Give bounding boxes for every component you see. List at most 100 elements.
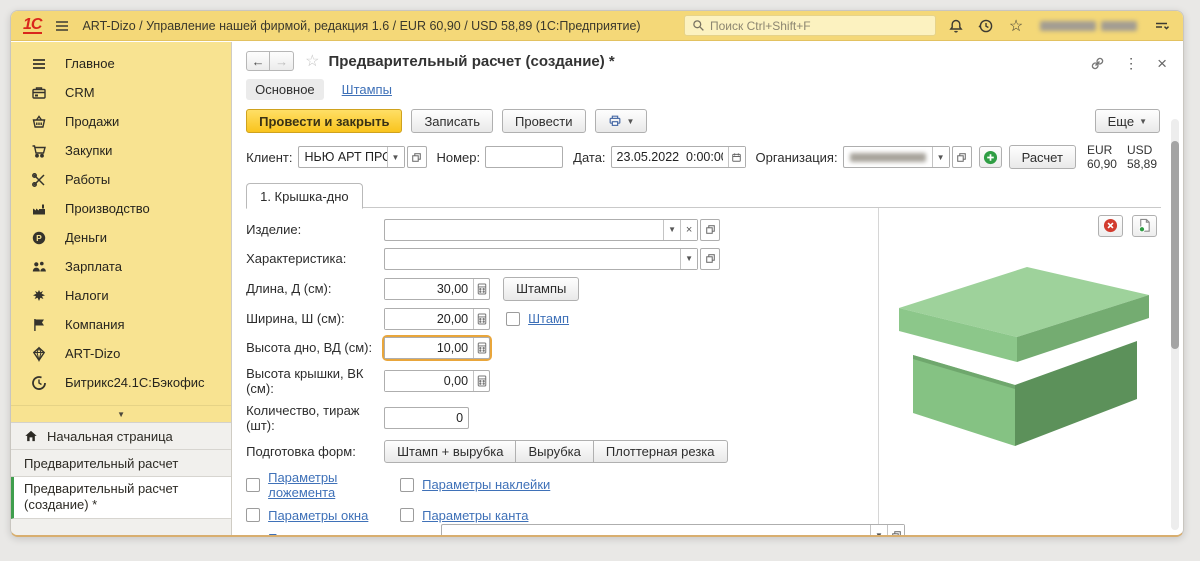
scrollbar-thumb[interactable] xyxy=(1171,141,1179,349)
post-and-close-button[interactable]: Провести и закрыть xyxy=(246,109,402,133)
param-edging-link[interactable]: Параметры канта xyxy=(422,508,528,523)
height-lid-input[interactable] xyxy=(385,371,473,391)
back-arrow-button[interactable]: ← xyxy=(246,51,270,71)
sidebar-item-taxes[interactable]: Налоги xyxy=(11,281,231,310)
length-input[interactable] xyxy=(385,279,473,299)
calculator-icon[interactable] xyxy=(473,371,489,391)
height-bottom-input[interactable] xyxy=(385,338,473,358)
tab-lid-bottom[interactable]: 1. Крышка-дно xyxy=(246,183,363,209)
taskbar-item-home[interactable]: Начальная страница xyxy=(11,423,231,450)
sidebar-item-artdizo[interactable]: ART-Dizo xyxy=(11,339,231,368)
param-sticker-link[interactable]: Параметры наклейки xyxy=(422,477,550,492)
number-input[interactable] xyxy=(485,146,563,168)
characteristic-open-button[interactable] xyxy=(700,248,720,270)
client-value: НЬЮ АРТ ПРО xyxy=(299,147,387,167)
user-menu-icon[interactable] xyxy=(1151,16,1171,36)
post-button[interactable]: Провести xyxy=(502,109,586,133)
favorite-star-icon[interactable]: ☆ xyxy=(305,51,319,71)
product-input[interactable] xyxy=(385,220,663,240)
print-button[interactable]: ▼ xyxy=(595,109,648,133)
close-icon[interactable]: × xyxy=(1157,58,1167,70)
param-sticker-checkbox[interactable] xyxy=(400,478,414,492)
tab-main[interactable]: Основное xyxy=(246,79,324,100)
length-field[interactable] xyxy=(384,278,490,300)
product-open-button[interactable] xyxy=(700,219,720,241)
dropdown-arrow-icon[interactable]: ▼ xyxy=(680,249,697,269)
param-printing-link[interactable]: Параметры нанесения xyxy=(268,531,337,537)
user-name-blurred[interactable] xyxy=(1040,21,1137,31)
width-input[interactable] xyxy=(385,309,473,329)
more-button[interactable]: Еще ▼ xyxy=(1095,109,1160,133)
load-image-button[interactable] xyxy=(1132,215,1157,237)
notifications-bell-icon[interactable] xyxy=(946,16,966,36)
sidebar-item-salary[interactable]: Зарплата xyxy=(11,252,231,281)
product-combo[interactable]: ▼ × xyxy=(384,219,698,241)
home-icon xyxy=(24,429,38,443)
bottom-clipped-combo[interactable]: ▼ xyxy=(441,524,905,537)
sidebar-item-production[interactable]: Производство xyxy=(11,194,231,223)
forms-prep-cut-button[interactable]: Вырубка xyxy=(516,440,593,463)
quantity-input[interactable] xyxy=(384,407,469,429)
get-link-icon[interactable] xyxy=(1090,56,1105,71)
forward-arrow-button[interactable]: → xyxy=(270,51,294,71)
dropdown-arrow-icon[interactable]: ▼ xyxy=(387,147,404,167)
stamp-checkbox[interactable] xyxy=(506,312,520,326)
calculator-icon[interactable] xyxy=(473,338,489,358)
taskbar-item-precalc[interactable]: Предварительный расчет xyxy=(11,450,231,477)
sidebar-item-bitrix[interactable]: Битрикс24.1С:Бэкофис xyxy=(11,368,231,397)
calendar-icon[interactable] xyxy=(728,147,745,167)
param-lodgement-link[interactable]: Параметры ложемента xyxy=(268,470,337,500)
save-button[interactable]: Записать xyxy=(411,109,493,133)
forms-prep-stamp-cut-button[interactable]: Штамп + вырубка xyxy=(384,440,516,463)
calculator-icon[interactable] xyxy=(473,309,489,329)
height-lid-field[interactable] xyxy=(384,370,490,392)
sidebar-item-works[interactable]: Работы xyxy=(11,165,231,194)
stamp-link[interactable]: Штамп xyxy=(528,311,569,326)
stamps-button[interactable]: Штампы xyxy=(503,277,579,301)
param-lodgement-checkbox[interactable] xyxy=(246,478,260,492)
global-search[interactable] xyxy=(684,15,936,36)
calculator-icon[interactable] xyxy=(473,279,489,299)
forms-prep-segmented: Штамп + вырубка Вырубка Плоттерная резка xyxy=(384,440,727,463)
sidebar-item-purchases[interactable]: Закупки xyxy=(11,136,231,165)
sidebar-item-crm[interactable]: CRM xyxy=(11,78,231,107)
organization-open-button[interactable] xyxy=(952,146,972,168)
date-input[interactable] xyxy=(612,147,728,167)
calc-button[interactable]: Расчет xyxy=(1009,145,1076,169)
delete-image-button[interactable] xyxy=(1098,215,1123,237)
history-icon[interactable] xyxy=(976,16,996,36)
usd-code: USD xyxy=(1127,143,1157,157)
clear-icon[interactable]: × xyxy=(680,220,697,240)
main-menu-hamburger-icon[interactable] xyxy=(52,16,72,36)
client-open-button[interactable] xyxy=(407,146,427,168)
sidebar-item-sales[interactable]: Продажи xyxy=(11,107,231,136)
sidebar-item-main[interactable]: Главное xyxy=(11,49,231,78)
search-input[interactable] xyxy=(710,19,928,33)
add-button[interactable] xyxy=(979,146,1002,168)
open-icon[interactable] xyxy=(887,525,904,537)
dropdown-arrow-icon[interactable]: ▼ xyxy=(932,147,949,167)
height-bottom-field[interactable] xyxy=(384,337,490,359)
characteristic-combo[interactable]: ▼ xyxy=(384,248,698,270)
characteristic-input[interactable] xyxy=(385,249,680,269)
bottom-clipped-input[interactable] xyxy=(442,525,870,537)
param-window-checkbox[interactable] xyxy=(246,508,260,522)
taskbar-item-precalc-new[interactable]: Предварительный расчет (создание) * xyxy=(11,477,231,519)
dropdown-arrow-icon[interactable]: ▼ xyxy=(870,525,887,537)
dropdown-arrow-icon: ▼ xyxy=(1139,117,1147,126)
vertical-scrollbar[interactable] xyxy=(1171,119,1179,530)
param-window-link[interactable]: Параметры окна xyxy=(268,508,368,523)
sidebar-item-company[interactable]: Компания xyxy=(11,310,231,339)
dropdown-arrow-icon[interactable]: ▼ xyxy=(663,220,680,240)
forms-prep-plotter-button[interactable]: Плоттерная резка xyxy=(594,440,728,463)
client-combo[interactable]: НЬЮ АРТ ПРО ▼ xyxy=(298,146,405,168)
param-edging-checkbox[interactable] xyxy=(400,508,414,522)
sidebar-item-money[interactable]: Р Деньги xyxy=(11,223,231,252)
favorites-star-icon[interactable]: ☆ xyxy=(1006,16,1026,36)
sidebar-collapse-button[interactable]: ▼ xyxy=(11,405,231,422)
organization-combo[interactable]: ▼ xyxy=(843,146,950,168)
tab-stamps[interactable]: Штампы xyxy=(340,79,394,100)
more-dots-icon[interactable]: ⋮ xyxy=(1124,55,1138,72)
date-combo[interactable] xyxy=(611,146,746,168)
width-field[interactable] xyxy=(384,308,490,330)
